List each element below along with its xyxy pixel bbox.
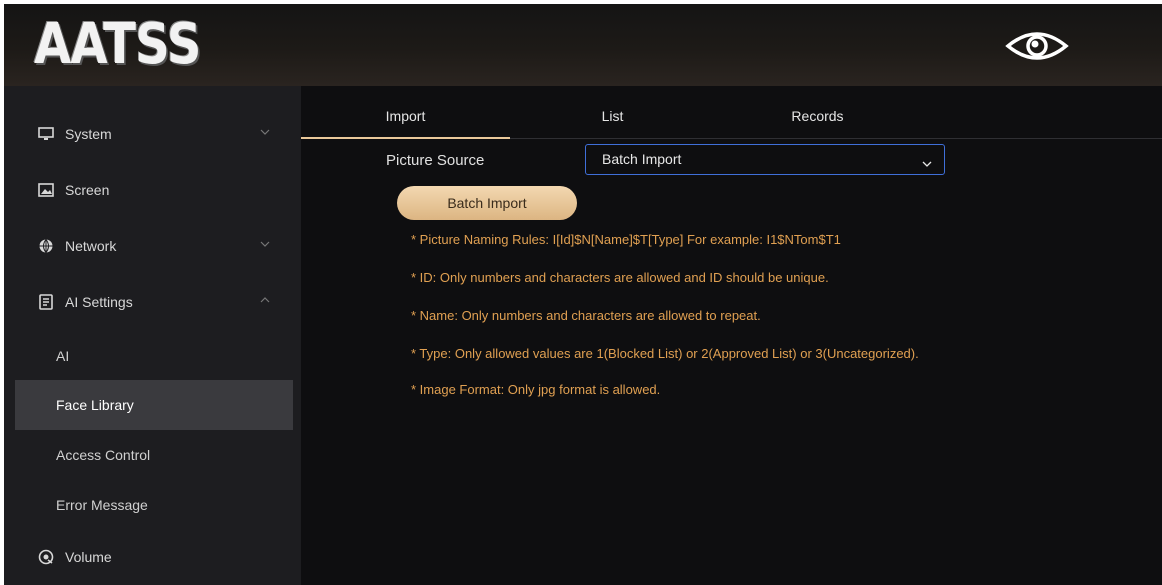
sidebar-item-system[interactable]: System bbox=[15, 109, 293, 159]
sidebar-subitem-label: Face Library bbox=[56, 397, 134, 413]
picture-source-label: Picture Source bbox=[386, 152, 485, 169]
sidebar-item-label: Network bbox=[65, 238, 117, 254]
main-content: Import List Records Picture Source Batch… bbox=[301, 86, 1162, 585]
sidebar-subitem-error-message[interactable]: Error Message bbox=[15, 480, 293, 530]
top-bar: AATSS bbox=[4, 4, 1162, 87]
picture-source-value: Batch Import bbox=[602, 151, 682, 167]
sidebar-item-label: Screen bbox=[65, 182, 110, 198]
chevron-down-icon bbox=[260, 239, 270, 249]
sidebar: System Screen Network AI Settings AI Fac… bbox=[4, 86, 301, 585]
sidebar-subitem-face-library[interactable]: Face Library bbox=[15, 380, 293, 430]
document-icon bbox=[37, 293, 55, 311]
rule-type: * Type: Only allowed values are 1(Blocke… bbox=[411, 346, 919, 361]
chevron-down-icon bbox=[260, 127, 270, 137]
eye-icon[interactable] bbox=[1004, 24, 1070, 68]
chevron-up-icon bbox=[260, 295, 270, 305]
batch-import-button[interactable]: Batch Import bbox=[397, 186, 577, 220]
sidebar-subitem-ai[interactable]: AI bbox=[15, 331, 293, 381]
volume-icon bbox=[37, 548, 55, 566]
tab-bar: Import List Records bbox=[301, 86, 1162, 139]
sidebar-item-label: Volume bbox=[65, 549, 112, 565]
tab-list[interactable]: List bbox=[510, 108, 715, 138]
aatss-logo: AATSS bbox=[34, 12, 201, 77]
sidebar-item-network[interactable]: Network bbox=[15, 221, 293, 271]
sidebar-subitem-label: AI bbox=[56, 348, 70, 364]
rule-naming: * Picture Naming Rules: I[Id]$N[Name]$T[… bbox=[411, 232, 841, 247]
monitor-icon bbox=[37, 125, 55, 143]
sidebar-subitem-label: Error Message bbox=[56, 497, 148, 513]
image-icon bbox=[37, 181, 55, 199]
sidebar-item-label: AI Settings bbox=[65, 294, 133, 310]
app-window: AATSS System Screen Network AI Settings … bbox=[4, 4, 1162, 585]
sidebar-item-ai-settings[interactable]: AI Settings bbox=[15, 277, 293, 327]
sidebar-item-label: System bbox=[65, 126, 112, 142]
sidebar-item-volume[interactable]: Volume bbox=[15, 532, 293, 582]
tab-records[interactable]: Records bbox=[715, 108, 920, 138]
picture-source-select[interactable]: Batch Import bbox=[585, 144, 945, 175]
sidebar-item-screen[interactable]: Screen bbox=[15, 165, 293, 215]
rule-id: * ID: Only numbers and characters are al… bbox=[411, 270, 829, 285]
rule-name: * Name: Only numbers and characters are … bbox=[411, 308, 761, 323]
globe-icon bbox=[37, 237, 55, 255]
chevron-down-icon bbox=[922, 155, 932, 167]
rule-image-format: * Image Format: Only jpg format is allow… bbox=[411, 382, 661, 397]
sidebar-subitem-access-control[interactable]: Access Control bbox=[15, 430, 293, 480]
tab-import[interactable]: Import bbox=[301, 108, 510, 139]
sidebar-subitem-label: Access Control bbox=[56, 447, 151, 463]
